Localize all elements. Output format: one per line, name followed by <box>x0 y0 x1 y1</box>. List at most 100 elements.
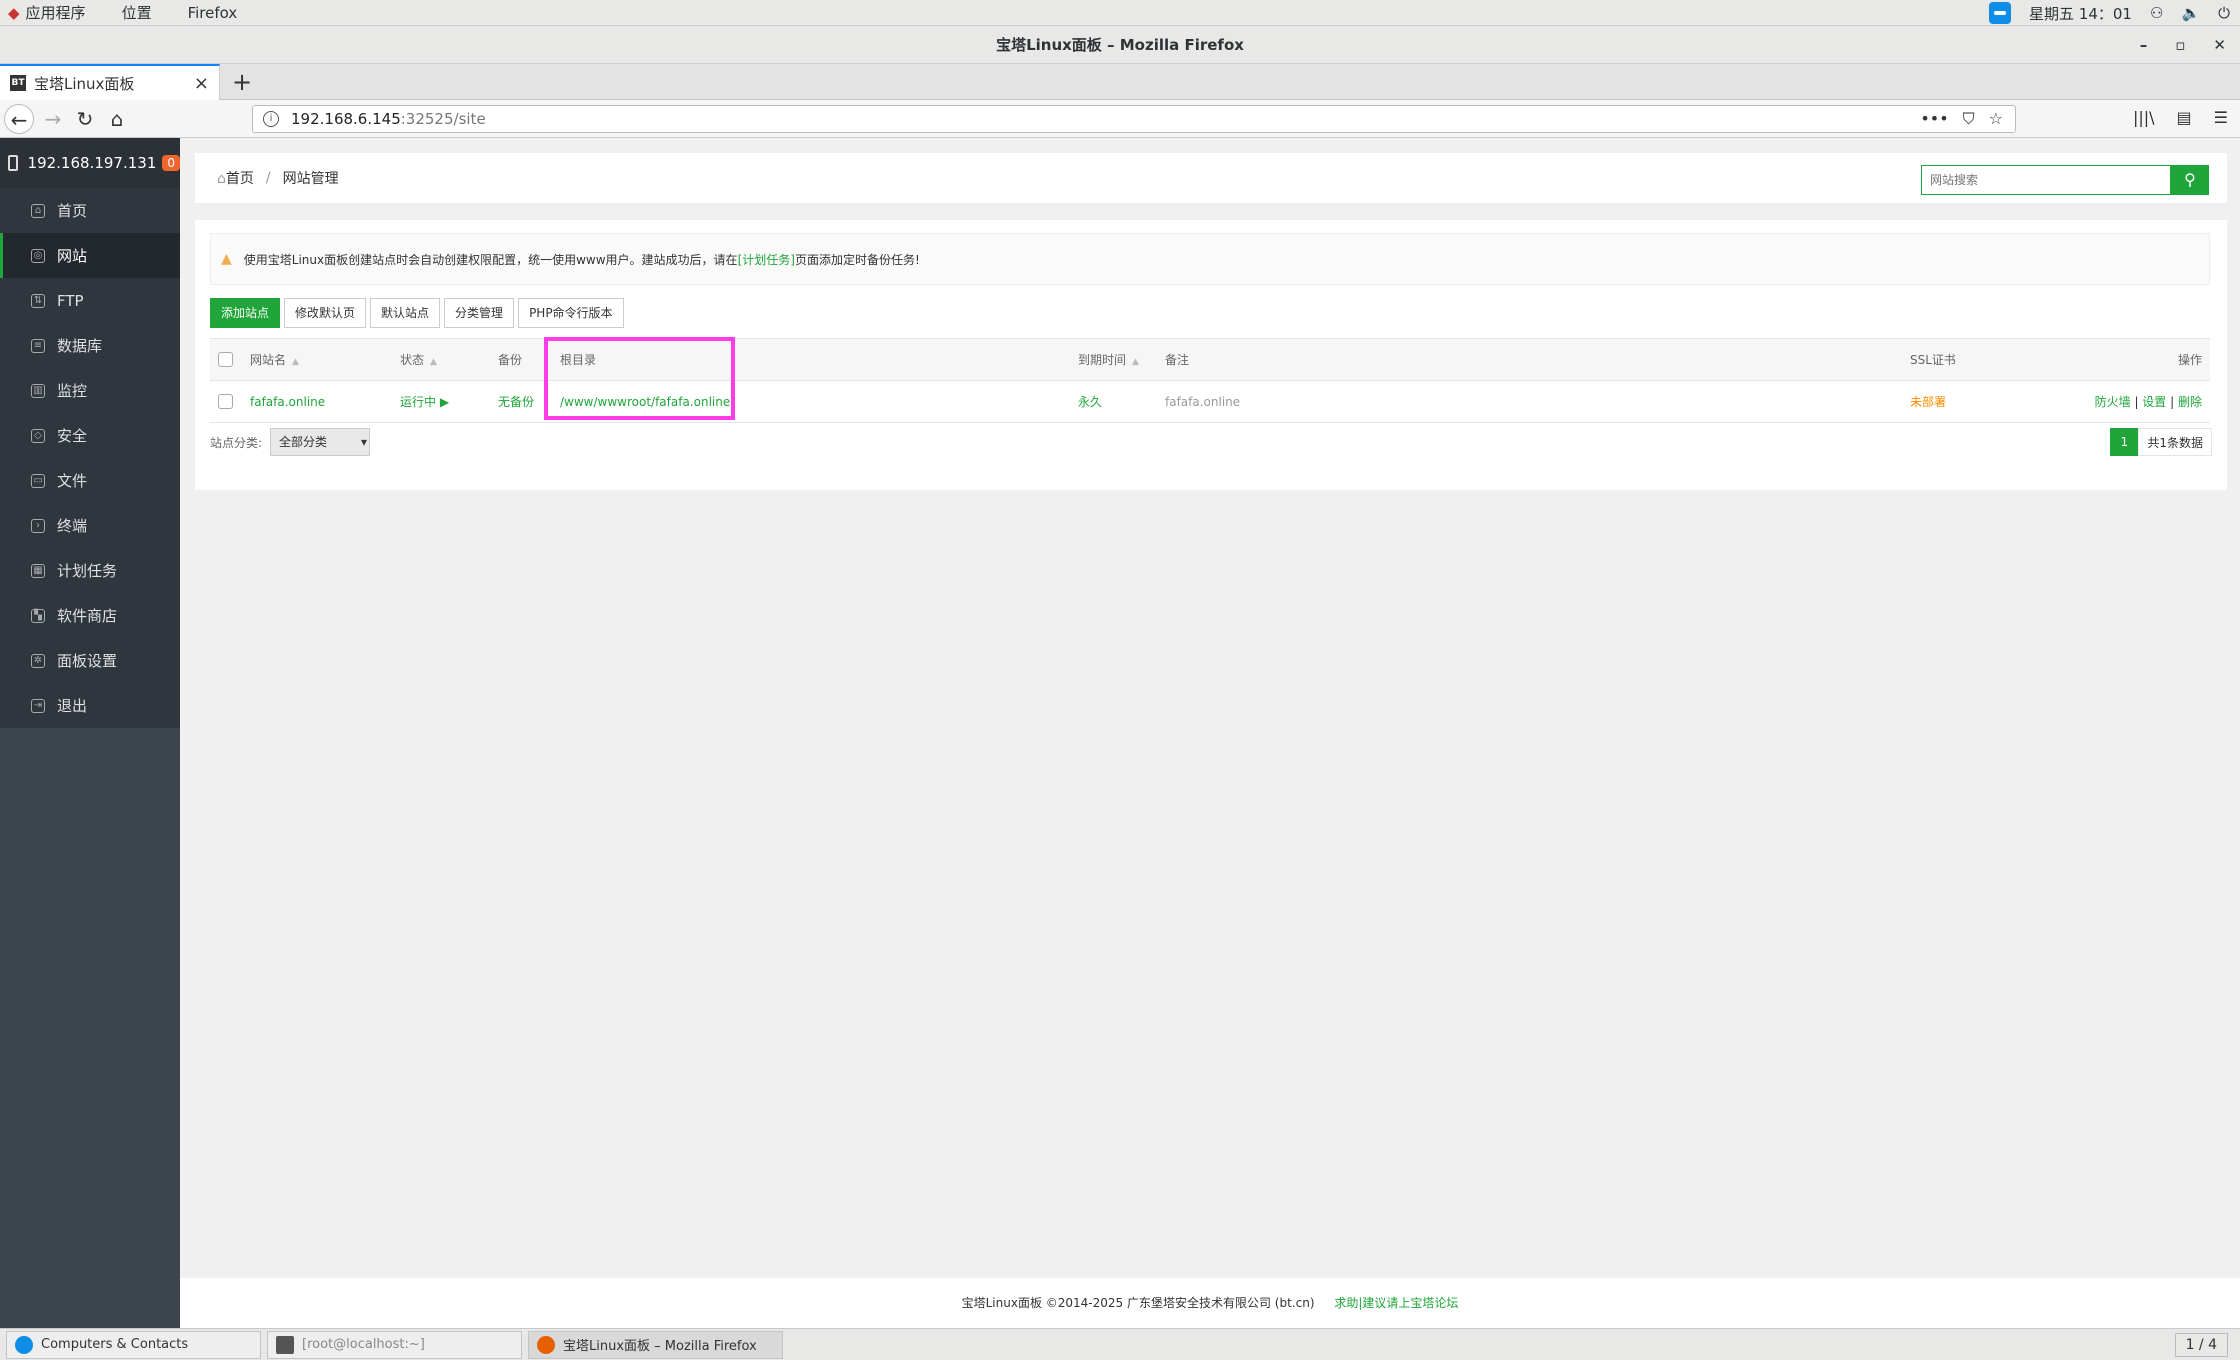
default-site-button[interactable]: 默认站点 <box>370 298 441 328</box>
delete-link[interactable]: 删除 <box>2178 395 2202 409</box>
home-icon: ⌂ <box>217 171 226 187</box>
sidebar-toggle-icon[interactable]: ▤ <box>2177 108 2192 127</box>
bookmark-star-icon[interactable]: ☆ <box>1989 109 2003 129</box>
workspace-indicator[interactable]: 1 / 4 <box>2174 1333 2228 1357</box>
taskbar-teamviewer-label: Computers & Contacts <box>41 1337 189 1352</box>
php-cli-version-button[interactable]: PHP命令行版本 <box>518 298 624 328</box>
sidebar-item-3[interactable]: ≡ 数据库 <box>0 323 180 368</box>
pocket-icon[interactable]: ⛉ <box>1963 109 1975 129</box>
sidebar-item-6[interactable]: ▭ 文件 <box>0 458 180 503</box>
site-ssl[interactable]: 未部署 <box>1910 380 2080 423</box>
settings-link[interactable]: 设置 <box>2142 395 2166 409</box>
forward-button[interactable]: → <box>38 104 68 134</box>
home-crumb[interactable]: ⌂首页 <box>217 168 254 188</box>
sidebar-item-0[interactable]: ⌂ 首页 <box>0 188 180 233</box>
new-tab-button[interactable]: + <box>232 68 252 96</box>
notification-badge[interactable]: 0 <box>162 155 180 171</box>
firewall-link[interactable]: 防火墙 <box>2095 395 2131 409</box>
breadcrumb-separator: / <box>265 170 271 186</box>
teamviewer-tray-icon[interactable] <box>1989 2 2012 24</box>
hamburger-menu-icon[interactable]: ☰ <box>2214 108 2228 127</box>
col-ssl: SSL证书 <box>1910 338 2080 381</box>
cron-link[interactable]: [计划任务] <box>738 251 795 268</box>
sort-icon: ▲ <box>430 357 437 367</box>
sidebar-item-label: 数据库 <box>57 337 103 355</box>
page-1-button[interactable]: 1 <box>2110 428 2139 456</box>
sidebar-item-5[interactable]: ◇ 安全 <box>0 413 180 458</box>
apps-menu-label: 应用程序 <box>25 4 86 22</box>
tab-strip: BT 宝塔Linux面板 × + <box>0 64 2240 100</box>
window-title: 宝塔Linux面板 – Mozilla Firefox <box>996 36 1244 54</box>
terminal-icon: › <box>31 518 45 533</box>
sidebar-item-9[interactable]: ▚ 软件商店 <box>0 593 180 638</box>
site-name-link[interactable]: fafafa.online <box>250 380 400 423</box>
alert-text-before: 使用宝塔Linux面板创建站点时会自动创建权限配置，统一使用www用户。建站成功… <box>243 252 738 267</box>
breadcrumb: ⌂首页 / 网站管理 ⚲ <box>195 153 2227 203</box>
maximize-button[interactable]: ▫ <box>2175 26 2185 64</box>
site-note[interactable]: fafafa.online <box>1165 380 1910 423</box>
search-button[interactable]: ⚲ <box>2171 165 2209 195</box>
col-ops: 操作 <box>2080 338 2210 381</box>
navigation-toolbar: ← → ↻ ⌂ i 192.168.6.145 :32525/site ••• … <box>0 100 2240 138</box>
network-icon[interactable]: ⚇ <box>2150 4 2163 22</box>
close-window-button[interactable]: ✕ <box>2213 26 2226 64</box>
clock[interactable]: 星期五 14：01 <box>2029 3 2132 24</box>
modify-default-page-button[interactable]: 修改默认页 <box>284 298 367 328</box>
sidebar-item-label: 退出 <box>57 697 88 715</box>
search-input[interactable] <box>1921 165 2171 195</box>
forum-link[interactable]: 求助|建议请上宝塔论坛 <box>1334 1296 1458 1310</box>
power-icon[interactable]: ⏻ <box>2218 4 2230 22</box>
teamviewer-icon <box>15 1335 33 1354</box>
calendar-icon: ▦ <box>31 563 45 578</box>
sort-icon: ▲ <box>1132 357 1139 367</box>
col-backup: 备份 <box>498 338 558 381</box>
table-row: fafafa.online 运行中 ▶ 无备份 /www/wwwroot/faf… <box>210 380 2210 423</box>
sidebar-item-8[interactable]: ▦ 计划任务 <box>0 548 180 593</box>
sidebar-item-2[interactable]: ⇅ FTP <box>0 278 180 323</box>
add-site-button[interactable]: 添加站点 <box>210 298 281 328</box>
minimize-button[interactable]: – <box>2140 26 2148 64</box>
site-root-link[interactable]: /www/wwwroot/fafafa.online <box>558 380 1078 423</box>
sidebar-item-label: 网站 <box>57 247 88 265</box>
col-status[interactable]: 状态 ▲ <box>400 338 498 381</box>
site-backup[interactable]: 无备份 <box>498 380 558 423</box>
volume-icon[interactable]: 🔈 <box>2181 4 2200 22</box>
places-menu[interactable]: 位置 <box>122 2 152 23</box>
category-filter: 站点分类: 全部分类 <box>210 428 371 456</box>
taskbar-firefox-label: 宝塔Linux面板 – Mozilla Firefox <box>563 1339 757 1354</box>
col-note: 备注 <box>1165 338 1910 381</box>
url-bar[interactable]: i 192.168.6.145 :32525/site ••• ⛉ ☆ <box>252 105 2016 133</box>
col-root: 根目录 <box>558 338 1078 381</box>
taskbar-teamviewer[interactable]: Computers & Contacts <box>6 1330 261 1359</box>
browser-tab[interactable]: BT 宝塔Linux面板 × <box>0 64 220 100</box>
site-expire[interactable]: 永久 <box>1078 380 1165 423</box>
library-icon[interactable]: |||\ <box>2133 108 2155 127</box>
select-all-checkbox[interactable] <box>218 352 233 367</box>
site-info-icon[interactable]: i <box>263 111 279 127</box>
reload-button[interactable]: ↻ <box>70 104 100 134</box>
col-expire[interactable]: 到期时间 ▲ <box>1078 338 1165 381</box>
row-checkbox[interactable] <box>218 394 233 409</box>
category-select[interactable]: 全部分类 <box>270 428 371 456</box>
back-button[interactable]: ← <box>4 104 34 134</box>
home-button[interactable]: ⌂ <box>102 104 132 134</box>
taskbar-firefox[interactable]: 宝塔Linux面板 – Mozilla Firefox <box>528 1330 783 1359</box>
firefox-menu[interactable]: Firefox <box>188 4 238 22</box>
sidebar-item-11[interactable]: ⇥ 退出 <box>0 683 180 728</box>
server-ip: 192.168.197.131 <box>27 154 157 172</box>
col-name[interactable]: 网站名 ▲ <box>250 338 400 381</box>
taskbar-terminal[interactable]: [root@localhost:~] <box>267 1330 522 1359</box>
sidebar-item-1[interactable]: ◎ 网站 <box>0 233 180 278</box>
filter-label: 站点分类: <box>210 435 263 450</box>
page-actions-icon[interactable]: ••• <box>1920 109 1948 129</box>
apps-menu[interactable]: ◆ 应用程序 <box>8 2 86 23</box>
close-tab-icon[interactable]: × <box>194 73 209 94</box>
main-content: ⌂首页 / 网站管理 ⚲ ▲ 使用宝塔Linux面板创建站点时会自动创建权限配置… <box>180 138 2240 1328</box>
category-manage-button[interactable]: 分类管理 <box>444 298 515 328</box>
sidebar-item-4[interactable]: ▥ 监控 <box>0 368 180 413</box>
sidebar-item-10[interactable]: ✲ 面板设置 <box>0 638 180 683</box>
table-header-row: 网站名 ▲ 状态 ▲ 备份 根目录 到期时间 ▲ 备注 SSL证书 操作 <box>210 338 2210 381</box>
alert-text-after: 页面添加定时备份任务! <box>794 252 920 267</box>
site-status[interactable]: 运行中 ▶ <box>400 380 498 423</box>
sidebar-item-7[interactable]: › 终端 <box>0 503 180 548</box>
